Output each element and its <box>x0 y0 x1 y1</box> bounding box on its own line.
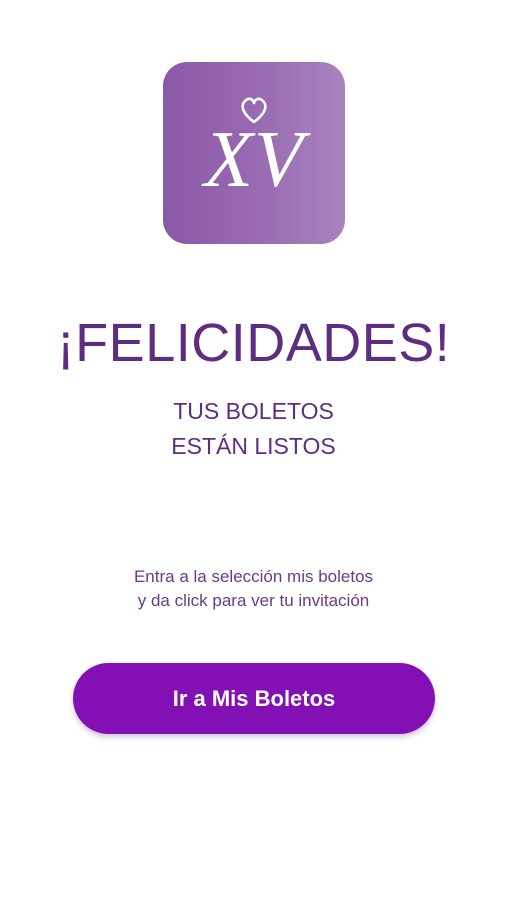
app-logo: XV <box>163 62 345 244</box>
headline: ¡FELICIDADES! <box>56 313 451 373</box>
subtitle-line-1: TUS BOLETOS <box>173 398 334 424</box>
instruction-line-1: Entra a la selección mis boletos <box>133 567 374 586</box>
instruction-line-2: y da click para ver tu invitación <box>137 591 370 610</box>
logo-letters: XV <box>204 116 304 204</box>
subtitle-line-2: ESTÁN LISTOS <box>171 433 336 459</box>
go-to-my-tickets-button[interactable]: Ir a Mis Boletos <box>73 663 435 734</box>
success-screen: XV ¡FELICIDADES! TUS BOLETOS ESTÁN LISTO… <box>0 0 507 900</box>
